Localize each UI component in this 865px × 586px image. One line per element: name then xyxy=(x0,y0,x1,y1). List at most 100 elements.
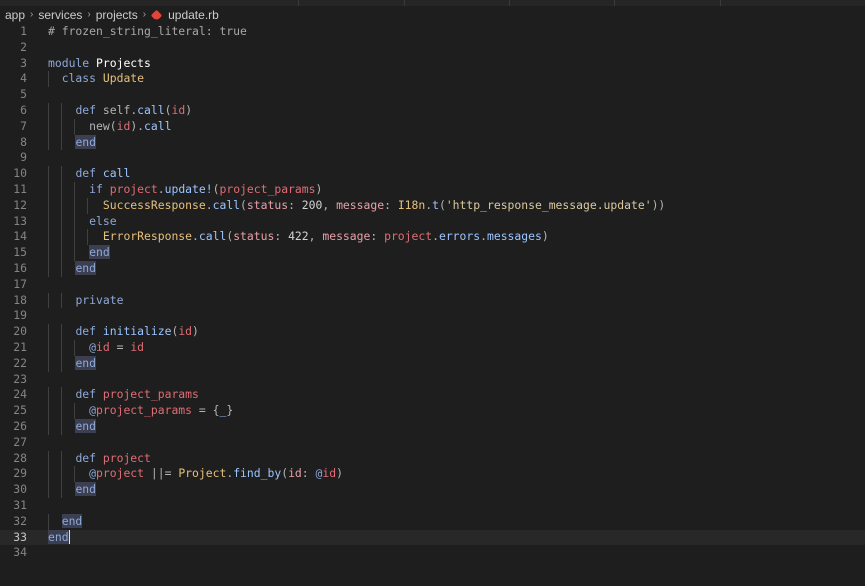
line-number: 31 xyxy=(13,498,27,512)
code-line[interactable]: 6 def self.call(id) xyxy=(0,103,865,119)
code-text: end xyxy=(75,482,97,497)
code-line[interactable]: 32 end xyxy=(0,513,865,530)
line-number: 13 xyxy=(13,213,27,228)
code-line[interactable]: 12 SuccessResponse.call(status: 200, mes… xyxy=(0,197,865,214)
code-text: # frozen_string_literal: true xyxy=(48,24,247,38)
line-number: 5 xyxy=(20,87,27,102)
line-number: 7 xyxy=(20,118,27,133)
line-number: 11 xyxy=(13,182,27,196)
line-number: 26 xyxy=(13,419,27,433)
code-line[interactable]: 4 class Update xyxy=(0,71,865,88)
ruby-gem-icon xyxy=(150,9,163,21)
line-number: 29 xyxy=(13,466,27,481)
code-line[interactable]: 34 xyxy=(0,545,865,561)
breadcrumb-services[interactable]: services xyxy=(37,8,83,22)
code-line[interactable]: 1 # frozen_string_literal: true xyxy=(0,24,865,40)
code-text: @project_params = {_} xyxy=(89,403,234,418)
code-text: if project.update!(project_params) xyxy=(89,182,323,196)
code-line[interactable]: 2 xyxy=(0,40,865,56)
code-line[interactable]: 27 xyxy=(0,435,865,451)
code-text: private xyxy=(75,292,124,307)
code-line[interactable]: 26 end xyxy=(0,419,865,435)
line-number: 21 xyxy=(13,340,27,354)
line-number: 9 xyxy=(20,150,27,165)
line-number: 20 xyxy=(13,324,27,339)
code-text: else xyxy=(89,213,117,228)
line-number: 27 xyxy=(13,434,27,449)
line-number: 16 xyxy=(13,261,27,275)
line-number: 28 xyxy=(13,450,27,465)
line-number: 18 xyxy=(13,292,27,307)
line-number: 32 xyxy=(13,513,27,528)
code-text: @project ||= Project.find_by(id: @id) xyxy=(89,466,343,481)
code-line[interactable]: 18 private xyxy=(0,292,865,309)
line-number: 10 xyxy=(13,166,27,181)
code-line[interactable]: 30 end xyxy=(0,482,865,498)
code-text: end xyxy=(48,529,70,545)
code-text: SuccessResponse.call(status: 200, messag… xyxy=(102,197,666,212)
line-number: 14 xyxy=(13,229,27,244)
code-line[interactable]: 33 end xyxy=(0,529,865,546)
code-line[interactable]: 3 module Projects xyxy=(0,56,865,72)
line-number: 8 xyxy=(20,134,27,149)
code-line[interactable]: 17 xyxy=(0,277,865,293)
code-text: end xyxy=(89,245,110,260)
code-text: end xyxy=(75,261,97,275)
code-line[interactable]: 25 @project_params = {_} xyxy=(0,403,865,419)
line-number: 1 xyxy=(20,24,27,38)
code-line[interactable]: 24 def project_params xyxy=(0,387,865,404)
line-number: 22 xyxy=(13,355,27,370)
code-line[interactable]: 5 xyxy=(0,87,865,103)
chevron-right-icon: › xyxy=(142,9,147,20)
line-number: 12 xyxy=(13,197,27,212)
line-number: 4 xyxy=(20,71,27,86)
breadcrumb-file[interactable]: update.rb xyxy=(167,8,220,22)
code-text: @id = id xyxy=(89,340,145,354)
code-line[interactable]: 31 xyxy=(0,498,865,514)
code-line[interactable]: 20 def initialize(id) xyxy=(0,324,865,340)
line-number: 30 xyxy=(13,482,27,497)
chevron-right-icon: › xyxy=(30,9,34,20)
line-number: 23 xyxy=(13,371,27,386)
code-text: end xyxy=(75,355,97,370)
line-number: 17 xyxy=(13,276,27,291)
code-line[interactable]: 19 xyxy=(0,308,865,324)
text-cursor xyxy=(68,530,70,545)
line-number: 19 xyxy=(13,308,27,323)
code-line[interactable]: 22 end xyxy=(0,355,865,372)
line-number: 34 xyxy=(13,545,27,560)
code-text: def initialize(id) xyxy=(75,324,199,339)
code-line[interactable]: 16 end xyxy=(0,261,865,277)
code-line[interactable]: 9 xyxy=(0,150,865,166)
code-text: ErrorResponse.call(status: 422, message:… xyxy=(102,229,549,244)
code-line[interactable]: 14 ErrorResponse.call(status: 422, messa… xyxy=(0,229,865,246)
code-line[interactable]: 28 def project xyxy=(0,450,865,467)
code-text: def self.call(id) xyxy=(75,103,193,117)
code-text: end xyxy=(61,513,83,528)
code-line[interactable]: 21 @id = id xyxy=(0,340,865,356)
code-line[interactable]: 15 end xyxy=(0,245,865,261)
code-editor[interactable]: 1 # frozen_string_literal: true 2 3 module P… xyxy=(0,24,865,586)
code-line[interactable]: 10 def call xyxy=(0,166,865,182)
code-text: module Projects xyxy=(48,55,151,70)
line-number: 25 xyxy=(13,403,27,418)
breadcrumb: app › services › projects › update.rb xyxy=(0,6,865,24)
code-text: def call xyxy=(75,166,131,181)
code-line[interactable]: 7 new(id).call xyxy=(0,118,865,135)
line-number: 3 xyxy=(20,55,27,70)
code-text: def project_params xyxy=(75,387,199,402)
code-line[interactable]: 29 @project ||= Project.find_by(id: @id) xyxy=(0,466,865,483)
code-text: def project xyxy=(75,450,151,465)
breadcrumb-app[interactable]: app xyxy=(4,8,26,22)
code-line[interactable]: 11 if project.update!(project_params) xyxy=(0,182,865,198)
code-text: new(id).call xyxy=(89,118,172,133)
code-line[interactable]: 23 xyxy=(0,372,865,388)
code-text: end xyxy=(75,419,97,433)
breadcrumb-projects[interactable]: projects xyxy=(95,8,139,22)
line-number: 24 xyxy=(13,387,27,402)
code-line[interactable]: 8 end xyxy=(0,134,865,151)
code-text: end xyxy=(75,134,97,149)
code-line[interactable]: 13 else xyxy=(0,213,865,230)
line-number: 6 xyxy=(20,103,27,117)
code-text: class Update xyxy=(61,71,145,86)
